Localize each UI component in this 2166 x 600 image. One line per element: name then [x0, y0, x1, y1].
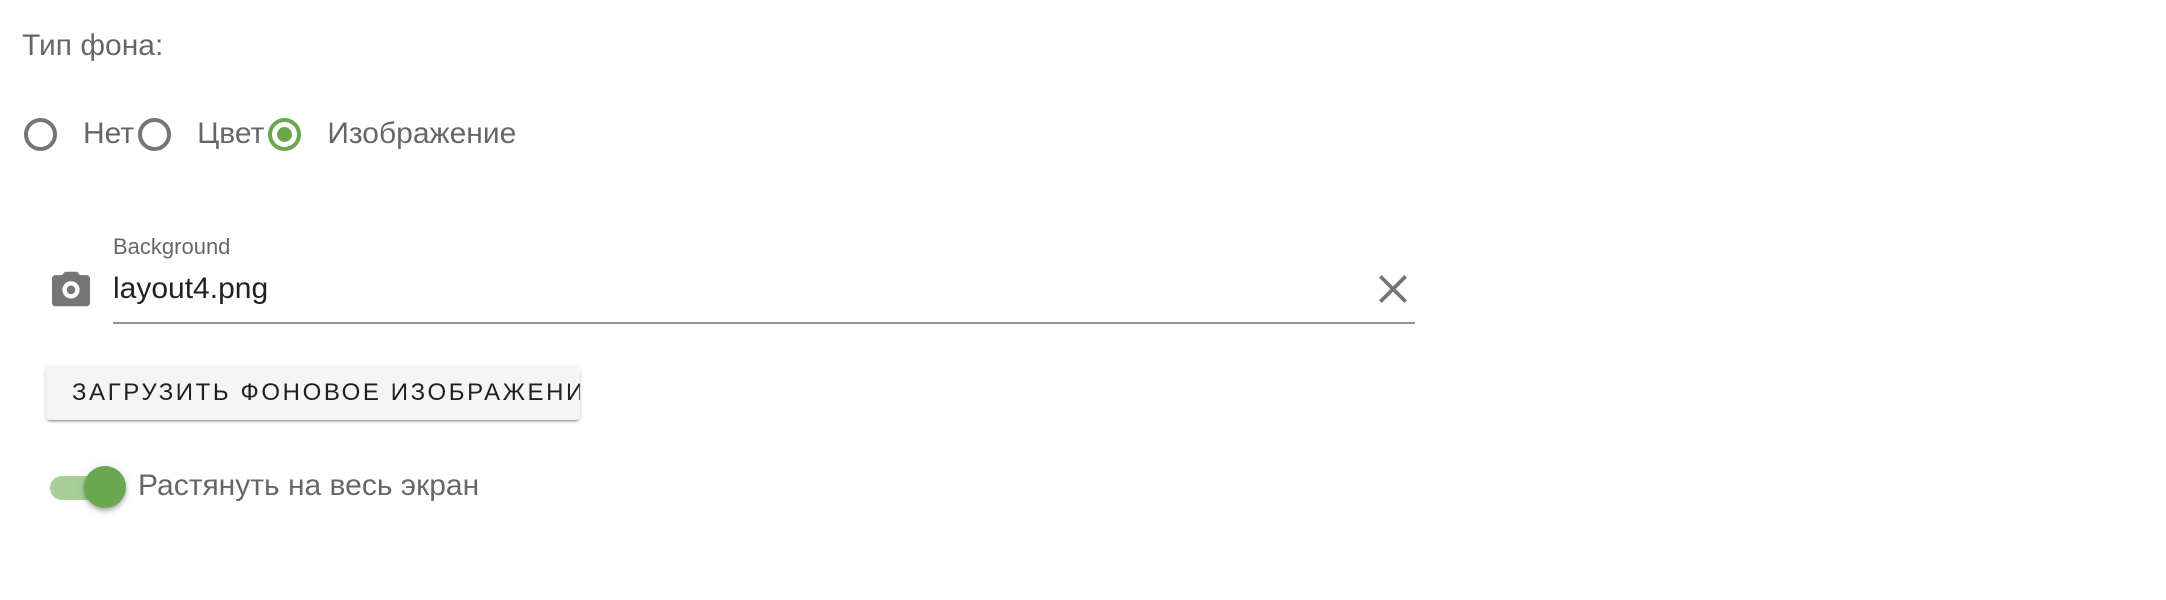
radio-button-image[interactable]	[268, 117, 302, 151]
background-type-label: Тип фона:	[22, 29, 164, 62]
radio-option-image[interactable]: Изображение	[268, 116, 516, 152]
radio-option-none[interactable]: Нет	[24, 116, 138, 152]
toggle-switch[interactable]	[48, 462, 128, 510]
background-field-value[interactable]: layout4.png	[113, 270, 268, 308]
radio-button-none[interactable]	[24, 117, 57, 151]
background-field-label: Background	[113, 234, 231, 259]
stretch-fullscreen-toggle[interactable]: Растянуть на весь экран	[48, 462, 479, 510]
stretch-fullscreen-label: Растянуть на весь экран	[138, 469, 480, 502]
radio-label-none: Нет	[83, 117, 135, 150]
upload-background-image-button[interactable]: ЗАГРУЗИТЬ ФОНОВОЕ ИЗОБРАЖЕНИ	[46, 366, 580, 420]
radio-label-image: Изображение	[327, 117, 517, 150]
radio-button-color[interactable]	[138, 117, 172, 151]
close-icon[interactable]	[1376, 272, 1410, 306]
radio-label-color: Цвет	[197, 117, 265, 150]
radio-option-color[interactable]: Цвет	[138, 116, 268, 152]
field-underline	[113, 322, 1415, 324]
switch-thumb[interactable]	[84, 466, 126, 508]
camera-icon[interactable]	[50, 270, 92, 308]
background-file-field[interactable]: Background layout4.png	[48, 230, 1418, 326]
background-type-radio-group: Нет Цвет Изображение	[24, 110, 516, 158]
